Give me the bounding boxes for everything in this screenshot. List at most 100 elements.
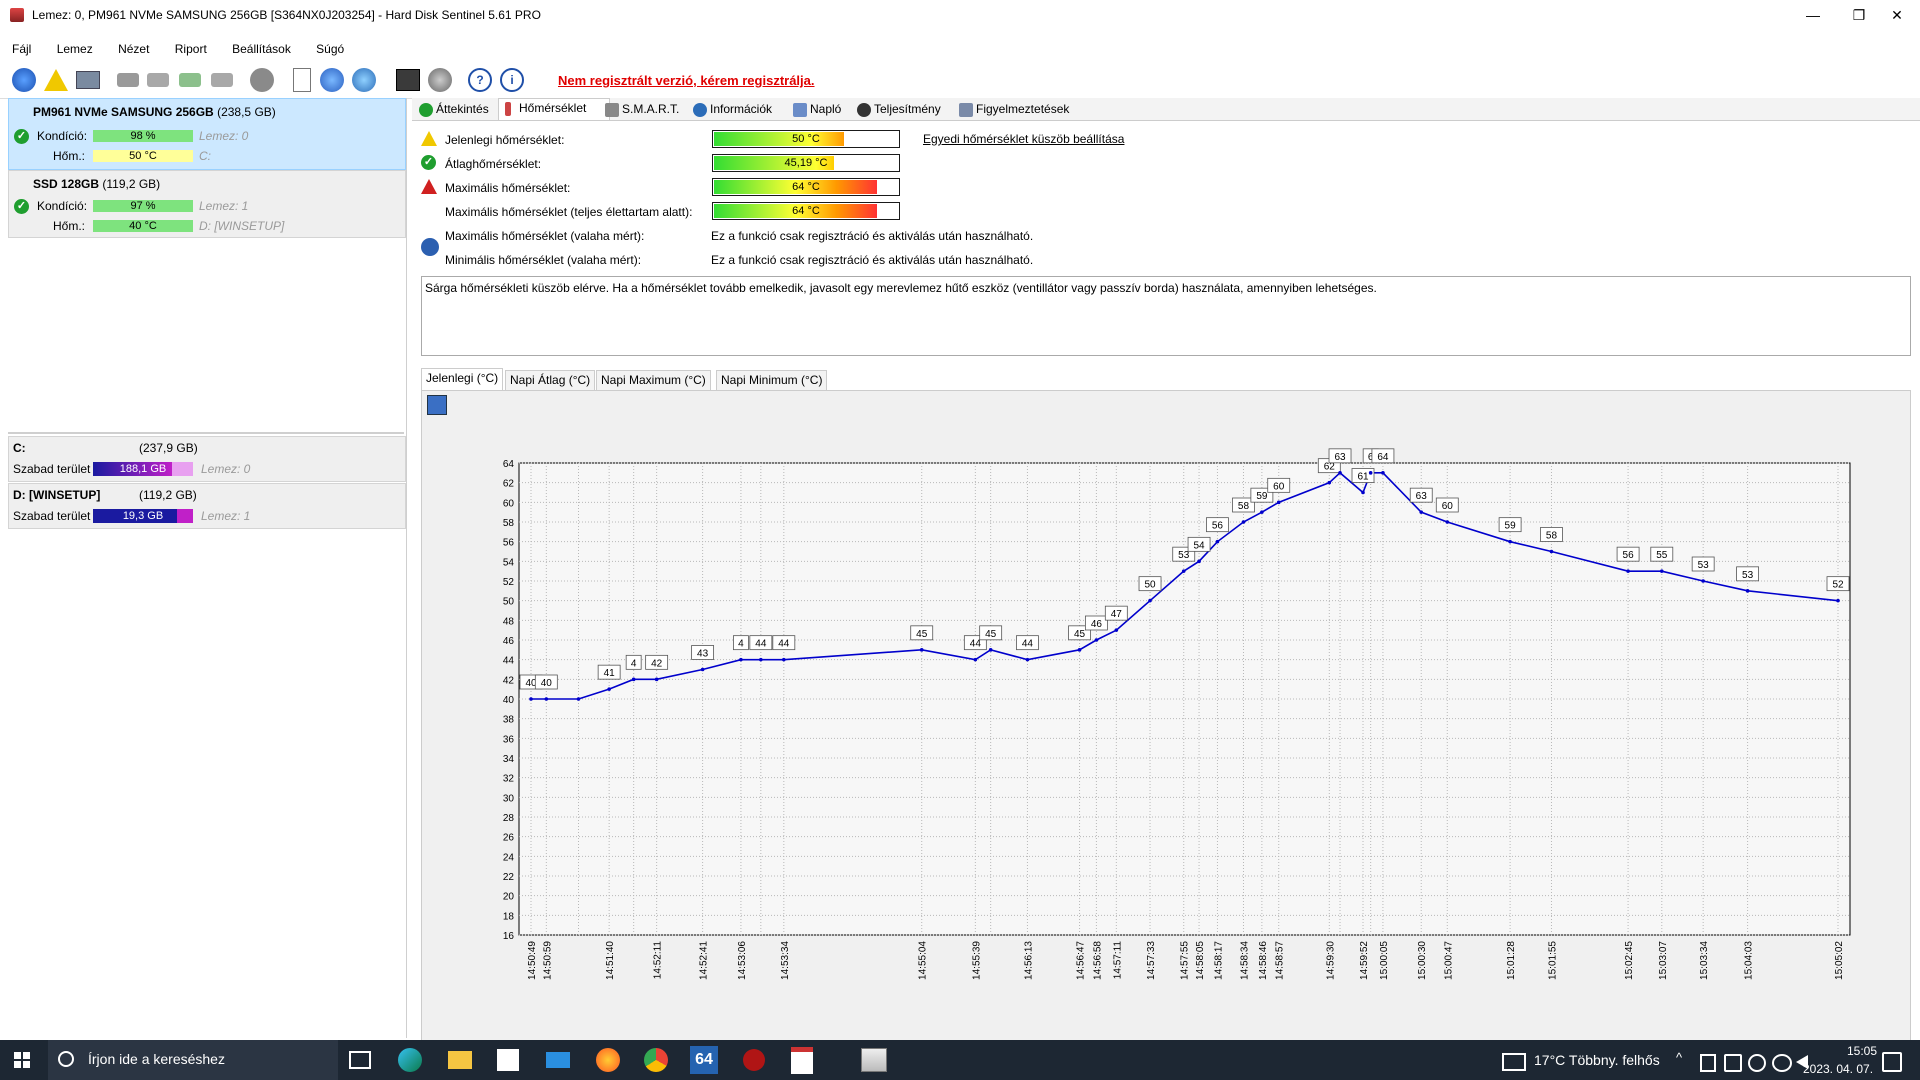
- pane-splitter[interactable]: [8, 432, 404, 434]
- disk-item-0[interactable]: PM961 NVMe SAMSUNG 256GB (238,5 GB) ✓ Ko…: [8, 98, 406, 170]
- data-point: [1025, 657, 1030, 662]
- x-tick-label: 15:00:05: [1379, 941, 1390, 980]
- data-label: 56: [1212, 521, 1224, 532]
- tab-label: Információk: [710, 102, 773, 116]
- data-point: [607, 687, 611, 691]
- tray-icon-2[interactable]: [1724, 1054, 1742, 1072]
- chart-tab-daily-max[interactable]: Napi Maximum (°C): [596, 370, 711, 390]
- menu-view[interactable]: Nézet: [118, 38, 149, 60]
- window-title: Lemez: 0, PM961 NVMe SAMSUNG 256GB [S364…: [32, 8, 541, 22]
- x-tick-label: 14:58:46: [1258, 941, 1269, 980]
- sync-icon[interactable]: [318, 66, 346, 94]
- hdd-sentinel-taskbar-icon[interactable]: [860, 1046, 888, 1074]
- data-point: [1215, 539, 1220, 544]
- menu-settings[interactable]: Beállítások: [232, 38, 291, 60]
- tool-1-icon[interactable]: [114, 66, 142, 94]
- tab-temperature[interactable]: Hőmérséklet: [498, 98, 610, 120]
- toolbar: ? i: [0, 62, 1920, 99]
- task-view-icon[interactable]: [346, 1046, 374, 1074]
- mail-icon[interactable]: [544, 1046, 572, 1074]
- y-tick-label: 22: [503, 872, 515, 883]
- y-tick-label: 60: [503, 498, 515, 509]
- max-temp-value: 64 °C: [792, 181, 820, 193]
- tab-performance[interactable]: Teljesítmény: [854, 100, 964, 119]
- close-button[interactable]: ✕: [1874, 0, 1920, 30]
- menu-report[interactable]: Riport: [175, 38, 207, 60]
- refresh-icon[interactable]: [10, 66, 38, 94]
- tool-5-icon[interactable]: [248, 66, 276, 94]
- tray-icon-1[interactable]: [1700, 1054, 1716, 1072]
- data-label: 58: [1546, 531, 1558, 542]
- report-icon[interactable]: [288, 66, 316, 94]
- warning-icon[interactable]: [42, 66, 70, 94]
- tool-3-icon[interactable]: [176, 66, 204, 94]
- firefox-icon[interactable]: [594, 1046, 622, 1074]
- data-label: 4: [631, 658, 637, 669]
- x-tick-label: 15:03:34: [1699, 941, 1710, 980]
- data-point: [1260, 510, 1264, 514]
- globe-icon[interactable]: [350, 66, 378, 94]
- unregistered-link[interactable]: Nem regisztrált verzió, kérem regisztrál…: [558, 73, 815, 88]
- tab-alerts[interactable]: Figyelmeztetések: [956, 100, 1080, 119]
- chart-tab-daily-min[interactable]: Napi Minimum (°C): [716, 370, 828, 390]
- disk-item-1[interactable]: SSD 128GB (119,2 GB) ✓ Kondíció: 97 % Le…: [8, 170, 406, 238]
- y-tick-label: 34: [503, 754, 515, 765]
- tool-4-icon[interactable]: [208, 66, 236, 94]
- tool-2-icon[interactable]: [144, 66, 172, 94]
- search-box[interactable]: Írjon ide a kereséshez: [48, 1040, 338, 1080]
- data-point: [576, 697, 581, 701]
- clock-date[interactable]: 2023. 04. 07.: [1796, 1062, 1880, 1076]
- file-explorer-icon[interactable]: [446, 1046, 474, 1074]
- network-icon[interactable]: [1748, 1054, 1766, 1072]
- app-red-icon[interactable]: [740, 1046, 768, 1074]
- volume-item-d[interactable]: D: [WINSETUP] (119,2 GB) Szabad terület …: [8, 483, 406, 529]
- tray-chevron-icon[interactable]: ^: [1676, 1050, 1682, 1065]
- save-chart-icon[interactable]: [427, 395, 447, 415]
- globe-tray-icon[interactable]: [1772, 1054, 1792, 1072]
- data-point: [1381, 471, 1385, 475]
- data-label: 60: [1442, 501, 1454, 512]
- store-icon[interactable]: [494, 1046, 522, 1074]
- volume-item-c[interactable]: C: (237,9 GB) Szabad terület 188,1 GB Le…: [8, 436, 406, 482]
- threshold-link[interactable]: Egyedi hőmérséklet küszöb beállítása: [923, 132, 1124, 146]
- data-label: 62: [1324, 462, 1336, 473]
- y-tick-label: 56: [503, 538, 515, 549]
- info-icon[interactable]: i: [498, 66, 526, 94]
- chrome-icon[interactable]: [642, 1046, 670, 1074]
- tab-info[interactable]: Információk: [690, 100, 794, 119]
- tab-label: Áttekintés: [436, 102, 489, 116]
- menu-disk[interactable]: Lemez: [57, 38, 93, 60]
- app-calendar-icon[interactable]: [788, 1046, 816, 1074]
- minimize-button[interactable]: —: [1790, 0, 1836, 30]
- x-tick-label: 14:50:49: [527, 941, 538, 980]
- max-life-temp-label: Maximális hőmérséklet (teljes élettartam…: [445, 205, 693, 219]
- x-tick-label: 14:53:06: [737, 941, 748, 980]
- tab-smart[interactable]: S.M.A.R.T.: [602, 100, 692, 119]
- data-label: 63: [1334, 452, 1346, 463]
- data-label: 63: [1416, 491, 1428, 502]
- x-tick-label: 14:58:34: [1239, 941, 1250, 980]
- help-icon[interactable]: ?: [466, 66, 494, 94]
- chart-tab-daily-avg[interactable]: Napi Átlag (°C): [505, 370, 596, 390]
- disk-0-title: PM961 NVMe SAMSUNG 256GB (238,5 GB): [33, 105, 276, 119]
- x-tick-label: 14:57:11: [1112, 941, 1123, 980]
- data-point: [654, 677, 659, 682]
- weather-text[interactable]: 17°C Többny. felhős: [1534, 1052, 1660, 1068]
- start-icon[interactable]: [14, 1052, 30, 1068]
- chart-tab-current[interactable]: Jelenlegi (°C): [421, 368, 504, 390]
- drive-icon[interactable]: [74, 66, 102, 94]
- menu-help[interactable]: Súgó: [316, 38, 344, 60]
- chart-icon[interactable]: [394, 66, 422, 94]
- x-tick-label: 14:55:04: [918, 941, 929, 980]
- hdd-sentinel-tray-icon[interactable]: 64: [690, 1046, 718, 1074]
- y-tick-label: 40: [503, 695, 515, 706]
- menu-file[interactable]: Fájl: [12, 38, 31, 60]
- temp-bar: 50 °C: [93, 150, 193, 162]
- title-bar: Lemez: 0, PM961 NVMe SAMSUNG 256GB [S364…: [0, 0, 1920, 30]
- x-tick-label: 14:55:39: [971, 941, 982, 980]
- data-label: 50: [1144, 580, 1156, 591]
- check-icon: [419, 103, 433, 117]
- edge-icon[interactable]: [396, 1046, 424, 1074]
- notification-icon[interactable]: [1882, 1052, 1902, 1072]
- speaker-icon[interactable]: [426, 66, 454, 94]
